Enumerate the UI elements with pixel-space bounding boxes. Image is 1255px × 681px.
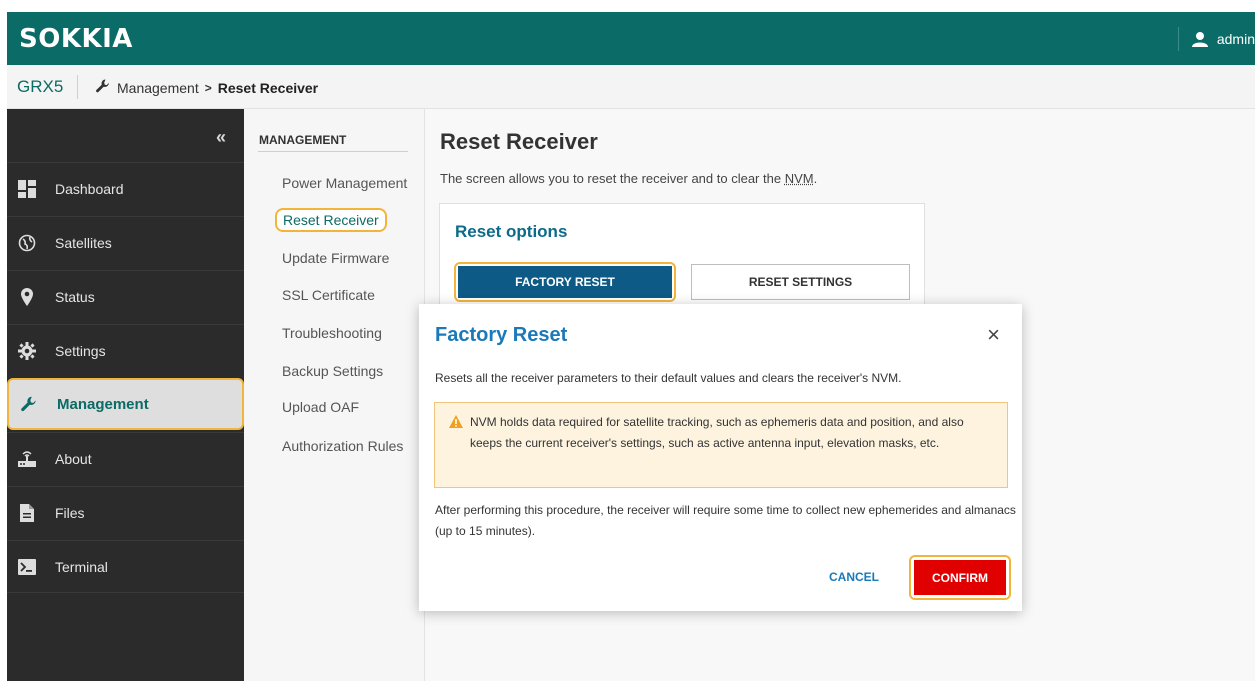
collapse-sidebar-button[interactable]: « <box>216 127 226 148</box>
cancel-button[interactable]: CANCEL <box>829 570 879 584</box>
sidebar-item-label: Settings <box>55 343 106 359</box>
sidebar-item-label: Terminal <box>55 558 108 575</box>
breadcrumb-divider <box>77 75 78 99</box>
sidebar-item-label: About <box>55 451 92 467</box>
sidebar-item-about[interactable]: About <box>7 432 244 485</box>
top-bar: SOKKIA admin <box>7 12 1255 65</box>
page-description: The screen allows you to reset the recei… <box>440 171 817 186</box>
sidebar-item-files[interactable]: Files <box>7 486 244 539</box>
dialog-note: After performing this procedure, the rec… <box>435 503 1016 538</box>
file-icon <box>17 503 37 523</box>
sidebar-item-label: Management <box>57 395 149 413</box>
wrench-icon <box>19 394 39 414</box>
sidebar-item-label: Files <box>55 505 85 521</box>
user-divider <box>1177 27 1179 51</box>
user-icon <box>1191 31 1209 47</box>
submenu-item-ssl-certificate[interactable]: SSL Certificate <box>282 287 375 303</box>
wrench-icon <box>95 78 111 97</box>
sidebar: « Dashboard Satellites Status Settings M… <box>7 109 244 681</box>
sidebar-item-label: Status <box>55 289 95 305</box>
nvm-term: NVM <box>784 171 814 186</box>
receiver-icon <box>17 449 37 469</box>
page-description-end: . <box>813 171 818 186</box>
breadcrumb-trail: Management > Reset Receiver <box>95 78 318 97</box>
factory-reset-button[interactable]: FACTORY RESET <box>454 262 676 302</box>
user-name: admin <box>1216 31 1255 47</box>
warning-icon <box>449 415 463 433</box>
location-pin-icon <box>17 287 37 307</box>
confirm-label: CONFIRM <box>914 560 1006 595</box>
reset-settings-button[interactable]: RESET SETTINGS <box>691 264 910 300</box>
submenu-item-update-firmware[interactable]: Update Firmware <box>282 250 389 266</box>
reset-options-title: Reset options <box>455 222 568 241</box>
warning-text: NVM holds data required for satellite tr… <box>470 415 964 450</box>
sidebar-item-status[interactable]: Status <box>7 270 244 323</box>
dialog-title: Factory Reset <box>435 324 568 346</box>
gear-icon <box>17 341 37 361</box>
confirm-button[interactable]: CONFIRM <box>909 555 1011 600</box>
sidebar-item-management[interactable]: Management <box>7 378 244 430</box>
submenu: MANAGEMENT Power Management Reset Receiv… <box>244 109 425 681</box>
factory-reset-dialog: Factory Reset × Resets all the receiver … <box>419 304 1022 611</box>
submenu-item-troubleshooting[interactable]: Troubleshooting <box>282 325 382 341</box>
close-icon[interactable]: × <box>987 322 1000 348</box>
breadcrumb-arrow: > <box>204 80 212 95</box>
user-menu[interactable]: admin <box>1177 27 1255 51</box>
sidebar-item-label: Dashboard <box>55 181 124 197</box>
page-title: Reset Receiver <box>440 129 598 154</box>
warning-box: NVM holds data required for satellite tr… <box>434 402 1008 488</box>
device-name: GRX5 <box>17 77 64 96</box>
sidebar-item-terminal[interactable]: Terminal <box>7 540 244 593</box>
page-description-text: The screen allows you to reset the recei… <box>440 171 785 186</box>
terminal-icon <box>17 557 37 577</box>
sidebar-item-satellites[interactable]: Satellites <box>7 216 244 269</box>
submenu-item-power-management[interactable]: Power Management <box>282 175 407 191</box>
breadcrumb-current: Reset Receiver <box>217 79 319 96</box>
sidebar-item-settings[interactable]: Settings <box>7 324 244 377</box>
submenu-title: MANAGEMENT <box>259 133 347 147</box>
submenu-divider <box>258 151 408 152</box>
dashboard-icon <box>17 179 37 199</box>
sokkia-logo: SOKKIA <box>19 24 133 54</box>
factory-reset-label: FACTORY RESET <box>458 266 672 298</box>
sidebar-item-dashboard[interactable]: Dashboard <box>7 162 244 215</box>
breadcrumb: GRX5 Management > Reset Receiver <box>7 65 1255 109</box>
submenu-item-backup-settings[interactable]: Backup Settings <box>282 363 383 379</box>
breadcrumb-section[interactable]: Management <box>117 80 199 96</box>
submenu-item-upload-oaf[interactable]: Upload OAF <box>282 399 359 415</box>
submenu-item-reset-receiver[interactable]: Reset Receiver <box>275 208 387 232</box>
sidebar-item-label: Satellites <box>55 235 112 251</box>
dialog-description: Resets all the receiver parameters to th… <box>435 371 902 385</box>
submenu-item-authorization-rules[interactable]: Authorization Rules <box>282 438 403 454</box>
globe-icon <box>17 233 37 253</box>
